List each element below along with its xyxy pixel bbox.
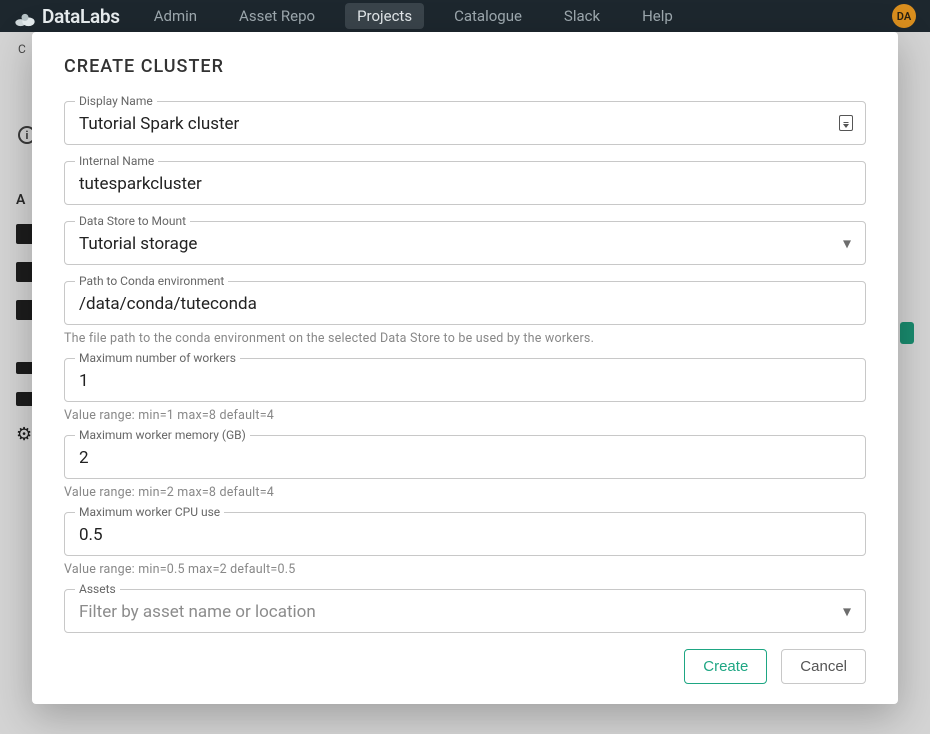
display-name-field[interactable]: Display Name — [64, 101, 866, 145]
nav-slack[interactable]: Slack — [552, 3, 612, 29]
field-label: Maximum worker memory (GB) — [75, 428, 250, 442]
field-label: Path to Conda environment — [75, 274, 228, 288]
assets-input[interactable] — [65, 590, 865, 632]
background-page: C i A ⚙ CREATE CLUSTER Display Name Inte… — [0, 32, 930, 734]
modal-overlay: CREATE CLUSTER Display Name Internal Nam… — [0, 32, 930, 734]
max-workers-helper: Value range: min=1 max=8 default=4 — [64, 408, 866, 423]
max-cpu-field[interactable]: Maximum worker CPU use — [64, 512, 866, 556]
create-cluster-modal: CREATE CLUSTER Display Name Internal Nam… — [32, 32, 898, 704]
max-memory-input[interactable] — [65, 436, 865, 478]
field-label: Assets — [75, 582, 120, 596]
brand-icon — [14, 9, 36, 23]
field-label: Maximum worker CPU use — [75, 505, 224, 519]
max-workers-input[interactable] — [65, 359, 865, 401]
create-button[interactable]: Create — [684, 649, 767, 684]
assets-select[interactable]: Assets ▾ — [64, 589, 866, 633]
cancel-button[interactable]: Cancel — [781, 649, 866, 684]
top-nav: DataLabs Admin Asset Repo Projects Catal… — [0, 0, 930, 32]
field-label: Data Store to Mount — [75, 214, 190, 228]
data-store-value: Tutorial storage — [65, 222, 865, 264]
nav-projects[interactable]: Projects — [345, 3, 424, 29]
nav-catalogue[interactable]: Catalogue — [442, 3, 534, 29]
display-name-input[interactable] — [65, 102, 865, 144]
max-workers-field[interactable]: Maximum number of workers — [64, 358, 866, 402]
brand[interactable]: DataLabs — [14, 5, 120, 28]
field-label: Internal Name — [75, 154, 158, 168]
modal-title: CREATE CLUSTER — [64, 56, 866, 77]
max-cpu-input[interactable] — [65, 513, 865, 555]
max-memory-helper: Value range: min=2 max=8 default=4 — [64, 485, 866, 500]
modal-actions: Create Cancel — [64, 649, 866, 684]
field-label: Maximum number of workers — [75, 351, 240, 365]
max-cpu-helper: Value range: min=0.5 max=2 default=0.5 — [64, 562, 866, 577]
conda-path-input[interactable] — [65, 282, 865, 324]
brand-text: DataLabs — [42, 5, 120, 28]
max-memory-field[interactable]: Maximum worker memory (GB) — [64, 435, 866, 479]
data-store-select[interactable]: Data Store to Mount Tutorial storage ▾ — [64, 221, 866, 265]
nav-help[interactable]: Help — [630, 3, 685, 29]
field-label: Display Name — [75, 94, 157, 108]
nav-items: Admin Asset Repo Projects Catalogue Slac… — [142, 3, 685, 29]
conda-path-field[interactable]: Path to Conda environment — [64, 281, 866, 325]
internal-name-field[interactable]: Internal Name — [64, 161, 866, 205]
nav-asset-repo[interactable]: Asset Repo — [227, 3, 327, 29]
nav-admin[interactable]: Admin — [142, 3, 209, 29]
avatar[interactable]: DA — [892, 4, 916, 28]
conda-path-helper: The file path to the conda environment o… — [64, 331, 866, 346]
internal-name-input[interactable] — [65, 162, 865, 204]
